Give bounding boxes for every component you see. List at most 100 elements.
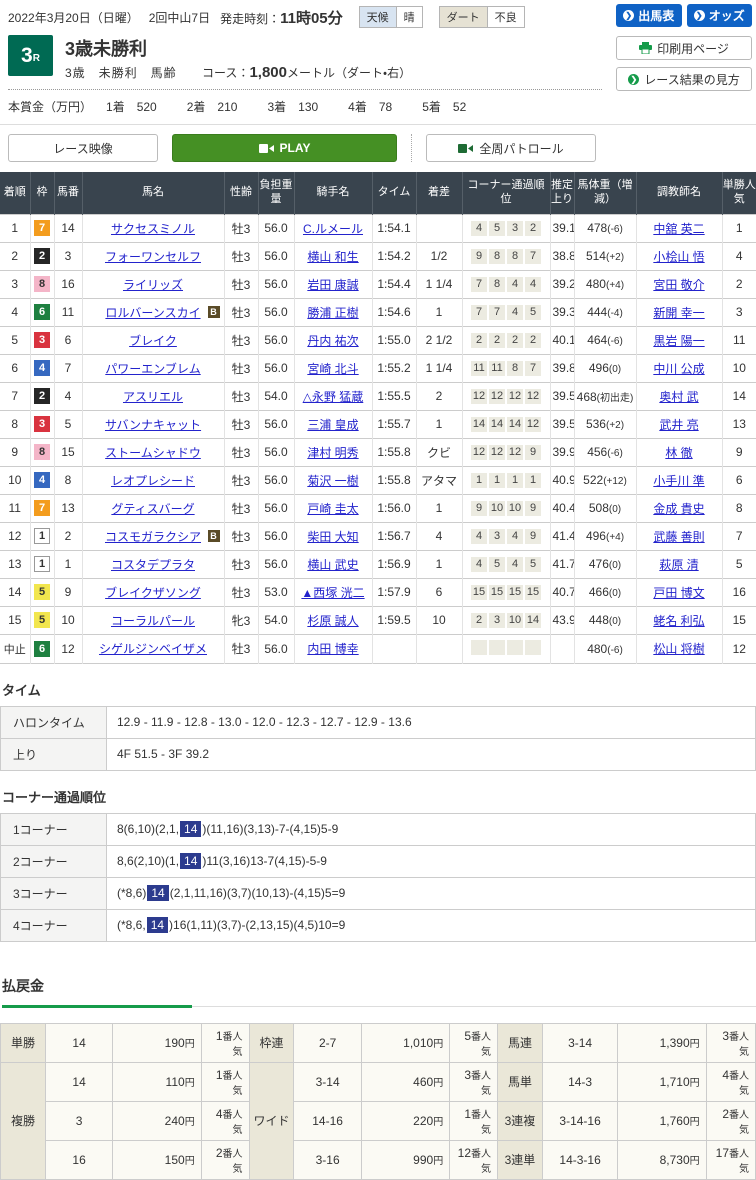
win-popularity: 16 (722, 578, 756, 606)
bet-type-label: 複勝 (1, 1062, 46, 1179)
horse-name-cell: コスタデプラタ (82, 550, 224, 578)
trainer-link[interactable]: 奥村 武 (659, 390, 698, 404)
jockey-link[interactable]: 横山 和生 (307, 250, 358, 264)
finish-position: 11 (0, 494, 30, 522)
finish-time: 1:55.8 (372, 466, 416, 494)
print-page-button[interactable]: 印刷用ページ (616, 36, 752, 60)
printer-icon (639, 42, 652, 54)
jockey-link[interactable]: 岩田 康誠 (307, 278, 358, 292)
jockey-link[interactable]: 戸崎 圭太 (307, 502, 358, 516)
jockey-link[interactable]: 宮崎 北斗 (307, 362, 358, 376)
meeting-info: 2回中山7日 (149, 9, 210, 26)
horse-weight: 496(0) (574, 354, 636, 382)
horse-weight-value: 464 (587, 333, 607, 347)
horse-weight-diff: (0) (609, 588, 621, 599)
trainer-link[interactable]: 金成 貴史 (653, 502, 704, 516)
result-guide-button[interactable]: ❯ レース結果の見方 (616, 67, 752, 91)
corner-order-text: 8(6,10)(2,1, (117, 822, 179, 836)
horse-name-link[interactable]: フォーワンセルフ (105, 250, 201, 264)
horse-name-link[interactable]: ブレイクザソング (105, 586, 201, 600)
corner-position-box: 8 (507, 249, 523, 264)
trainer-link[interactable]: 黒岩 陽一 (653, 334, 704, 348)
payout-amount: 240円 (113, 1101, 201, 1140)
trainer-link[interactable]: 小桧山 悟 (653, 250, 704, 264)
jockey-link[interactable]: 津村 明秀 (307, 446, 358, 460)
horse-name-link[interactable]: ロルバーンスカイ (105, 306, 200, 320)
horse-name-link[interactable]: シゲルジンベイザメ (99, 642, 207, 656)
corner-positions: 4532 (462, 214, 550, 242)
corner-position-box: 2 (525, 333, 541, 348)
trainer-link[interactable]: 小手川 準 (653, 474, 704, 488)
col-header: 馬体重（増減） (574, 172, 636, 214)
jockey-link[interactable]: 横山 武史 (307, 558, 358, 572)
trainer-link[interactable]: 宮田 敬介 (653, 278, 704, 292)
race-video-button[interactable]: レース映像 (8, 134, 158, 162)
weight-carried: 56.0 (258, 494, 294, 522)
jockey-link[interactable]: 菊沢 一樹 (307, 474, 358, 488)
finish-time: 1:56.9 (372, 550, 416, 578)
trainer-link[interactable]: 新開 幸一 (653, 306, 704, 320)
frame-number: 4 (34, 360, 50, 376)
trainer-link[interactable]: 武藤 善則 (653, 530, 704, 544)
jockey-link[interactable]: 勝浦 正樹 (307, 306, 358, 320)
corner-position-box: 7 (525, 249, 541, 264)
time-row-value: 12.9 - 11.9 - 12.8 - 13.0 - 12.0 - 12.3 … (107, 706, 756, 738)
payout-section-title: 払戻金 (2, 976, 756, 1007)
race-result-page: ❯ 出馬表 ❯ オッズ 印刷用ページ ❯ レース結果の見方 2022年3月20日… (0, 0, 756, 1180)
corner-positions: 2222 (462, 326, 550, 354)
popularity-value: 2 (216, 1146, 223, 1160)
patrol-video-button[interactable]: 全周パトロール (426, 134, 596, 162)
popularity-value: 1 (464, 1107, 471, 1121)
horse-weight: 456(-6) (574, 438, 636, 466)
jockey-link[interactable]: 内田 博幸 (307, 642, 358, 656)
horse-name-link[interactable]: サバンナキャット (105, 418, 201, 432)
horse-weight-value: 496 (586, 529, 606, 543)
table-row: 536ブレイク牡356.0丹内 祐次1:55.02 1/2222240.1464… (0, 326, 756, 354)
jockey-link[interactable]: ▲西塚 洸二 (301, 586, 364, 600)
horse-name-link[interactable]: アスリエル (123, 390, 183, 404)
corner-position-box: 5 (489, 221, 505, 236)
trainer-cell: 蛯名 利弘 (636, 606, 722, 634)
corner-position-box: 10 (489, 501, 505, 516)
horse-name-link[interactable]: パワーエンブレム (105, 362, 200, 376)
trainer-link[interactable]: 中舘 英二 (653, 222, 704, 236)
horse-name-link[interactable]: ブレイク (129, 334, 177, 348)
horse-name-link[interactable]: サクセスミノル (111, 222, 195, 236)
horse-name-link[interactable]: コーラルパール (111, 614, 195, 628)
horse-weight-diff: (+12) (603, 476, 627, 487)
jockey-link[interactable]: △永野 猛蔵 (303, 390, 364, 404)
race-class: 3歳 未勝利 馬齢 (65, 66, 177, 80)
trainer-link[interactable]: 林 徹 (665, 446, 692, 460)
trainer-link[interactable]: 松山 将樹 (653, 642, 704, 656)
jockey-link[interactable]: 柴田 大知 (307, 530, 358, 544)
trainer-link[interactable]: 蛯名 利弘 (653, 614, 704, 628)
horse-name-link[interactable]: ライリッズ (123, 278, 183, 292)
horse-name-link[interactable]: グティスバーグ (111, 502, 194, 516)
horse-weight: 444(-4) (574, 298, 636, 326)
video-camera-icon (458, 143, 473, 154)
frame-number: 3 (34, 416, 50, 432)
jockey-link[interactable]: 丹内 祐次 (307, 334, 358, 348)
trainer-link[interactable]: 戸田 博文 (653, 586, 704, 600)
horse-name-link[interactable]: コスモガラクシア (105, 530, 201, 544)
popularity-suffix: 番人気 (223, 1032, 243, 1058)
sex-age: 牡3 (224, 214, 258, 242)
trainer-link[interactable]: 萩原 清 (659, 558, 698, 572)
entries-button[interactable]: ❯ 出馬表 (616, 4, 682, 27)
jockey-cell: 柴田 大知 (294, 522, 372, 550)
jockey-link[interactable]: 三浦 皇成 (307, 418, 358, 432)
horse-name-link[interactable]: レオプレシード (111, 474, 195, 488)
payout-combination: 3-14 (294, 1062, 361, 1101)
corner-position-box: 12 (525, 389, 541, 404)
horse-number: 10 (54, 606, 82, 634)
jockey-link[interactable]: C.ルメール (303, 222, 363, 236)
odds-button[interactable]: ❯ オッズ (687, 4, 753, 27)
horse-weight-value: 476 (589, 557, 609, 571)
trainer-link[interactable]: 武井 亮 (659, 418, 698, 432)
horse-name-link[interactable]: コスタデプラタ (111, 558, 195, 572)
trainer-link[interactable]: 中川 公成 (653, 362, 704, 376)
horse-name-link[interactable]: ストームシャドウ (105, 446, 201, 460)
play-button[interactable]: PLAY (172, 134, 397, 162)
jockey-link[interactable]: 杉原 誠人 (307, 614, 358, 628)
payout-combination: 2-7 (294, 1023, 361, 1062)
